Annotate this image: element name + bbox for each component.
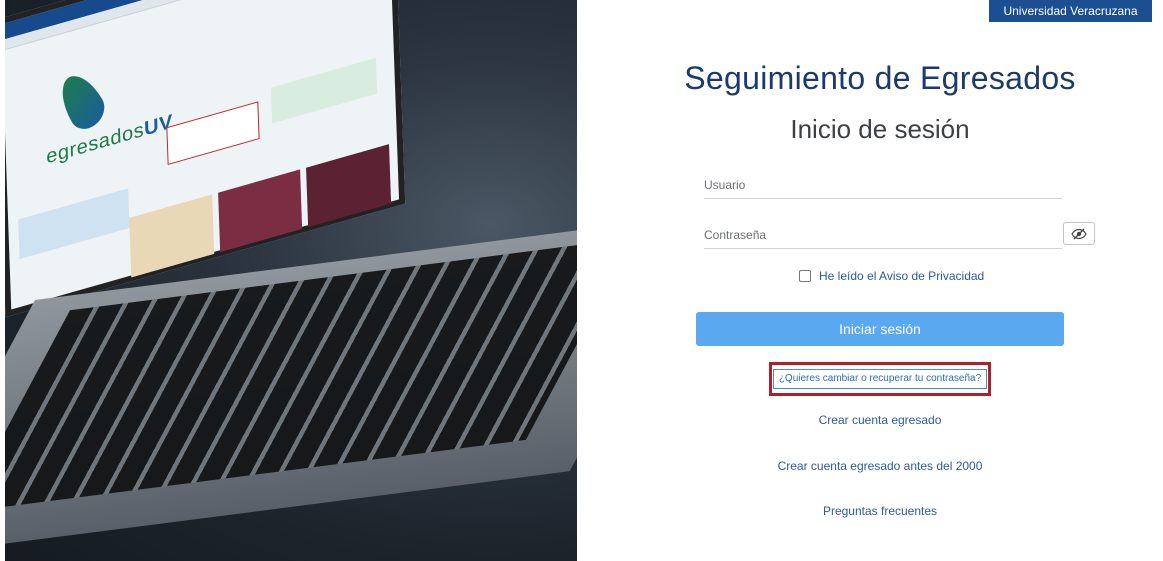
create-account-link[interactable]: Crear cuenta egresado: [577, 413, 1163, 427]
privacy-consent[interactable]: He leído el Aviso de Privacidad: [799, 269, 984, 283]
privacy-checkbox[interactable]: [799, 270, 811, 282]
screen-tile: [217, 169, 303, 253]
screen-tile: [306, 144, 392, 228]
username-field: [704, 172, 1062, 199]
login-button[interactable]: Iniciar sesión: [696, 312, 1064, 346]
password-field: [704, 222, 1062, 249]
page-title: Seguimiento de Egresados: [684, 60, 1076, 96]
create-account-pre2000-link[interactable]: Crear cuenta egresado antes del 2000: [577, 459, 1163, 473]
screen-card: [18, 188, 130, 260]
hero-photo: egresadosUV: [5, 0, 577, 561]
screen-topbar: [5, 0, 390, 41]
login-panel: Seguimiento de Egresados Inicio de sesió…: [577, 0, 1163, 561]
screen-egresados-logo: egresadosUV: [46, 111, 173, 170]
eye-slash-icon: [1071, 228, 1087, 239]
toggle-password-visibility-button[interactable]: [1063, 222, 1095, 245]
username-input[interactable]: [704, 172, 1062, 198]
screen-logo-text: egresados: [45, 118, 145, 169]
recover-password-button[interactable]: ¿Quieres cambiar o recuperar tu contrase…: [772, 369, 988, 389]
password-input[interactable]: [704, 222, 1062, 248]
faq-link[interactable]: Preguntas frecuentes: [577, 504, 1163, 518]
feather-logo-icon: [52, 66, 111, 137]
screen-tile: [129, 194, 214, 278]
screen-card: [270, 57, 378, 124]
privacy-label[interactable]: He leído el Aviso de Privacidad: [819, 269, 984, 283]
page-subtitle: Inicio de sesión: [790, 114, 970, 144]
screen-card: [166, 101, 260, 166]
recover-highlight-box: ¿Quieres cambiar o recuperar tu contrase…: [769, 362, 991, 396]
